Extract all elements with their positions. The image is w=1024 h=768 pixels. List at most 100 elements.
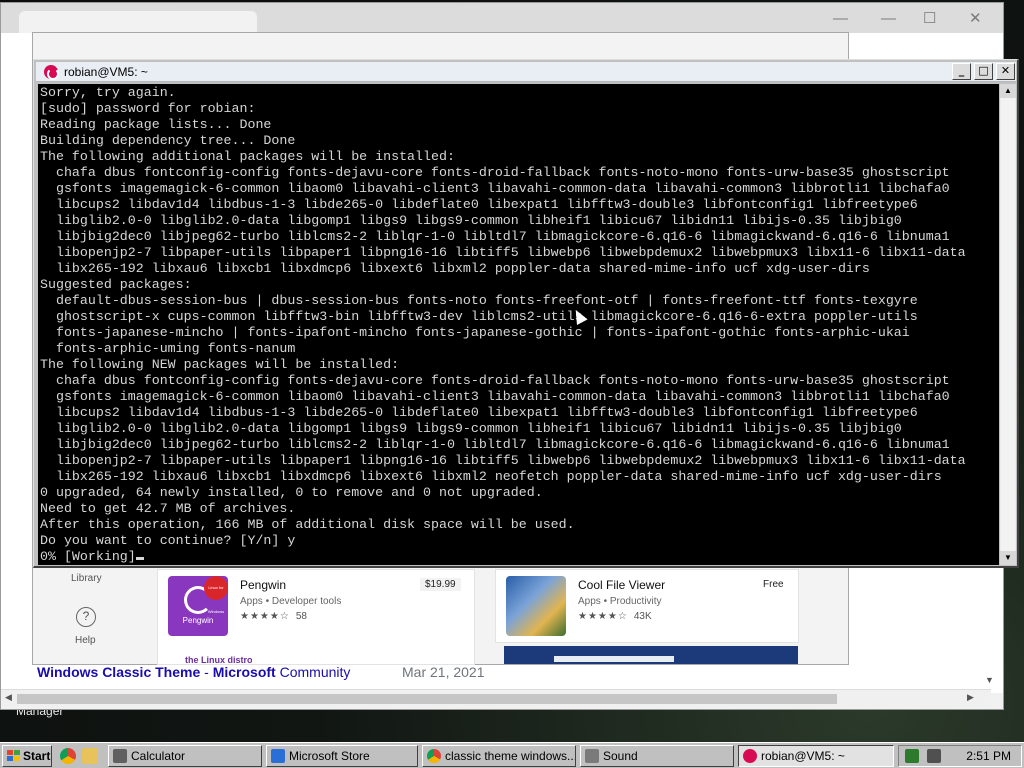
terminal-line: fonts-arphic-uming fonts-nanum bbox=[40, 341, 296, 356]
nav-help[interactable]: Help bbox=[75, 635, 96, 646]
rating-count: 58 bbox=[295, 611, 307, 622]
promo-banner-bar bbox=[554, 656, 674, 662]
scroll-track[interactable] bbox=[1001, 98, 1015, 551]
chrome-icon[interactable] bbox=[60, 748, 76, 764]
search-result-title-2: Microsoft bbox=[212, 664, 276, 680]
terminal-line: [sudo] password for robian: bbox=[40, 101, 256, 116]
terminal-line: After this operation, 166 MB of addition… bbox=[40, 517, 575, 532]
terminal-line: libx265-192 libxau6 libxcb1 libxdmcp6 li… bbox=[40, 469, 942, 484]
taskbar-task-button[interactable]: Sound bbox=[580, 745, 734, 767]
start-label: Start bbox=[23, 749, 51, 763]
app-card-cool-file-viewer[interactable]: Cool File Viewer Apps • Productivity ★★★… bbox=[495, 569, 799, 643]
taskbar-task-button[interactable]: Microsoft Store bbox=[266, 745, 418, 767]
browser-close-icon[interactable]: ✕ bbox=[969, 11, 982, 27]
terminal-line: Reading package lists... Done bbox=[40, 117, 272, 132]
security-shield-icon[interactable] bbox=[905, 749, 919, 763]
terminal-line: gsfonts imagemagick-6-common libaom0 lib… bbox=[40, 181, 950, 196]
terminal-line: Building dependency tree... Done bbox=[40, 133, 296, 148]
scroll-left-icon[interactable]: ◀ bbox=[5, 692, 12, 703]
pengwin-app-icon: Linux for Windows Pengwin bbox=[168, 576, 228, 636]
scroll-down-icon[interactable]: ▼ bbox=[985, 675, 994, 685]
browser-minimize-icon-2[interactable]: — bbox=[881, 11, 896, 27]
search-result-date: Mar 21, 2021 bbox=[402, 664, 485, 680]
scroll-down-button[interactable]: ▼ bbox=[1000, 551, 1016, 565]
start-button[interactable]: Start bbox=[2, 745, 52, 767]
terminal-text: Sorry, try again. [sudo] password for rob… bbox=[40, 85, 966, 565]
chrome-icon bbox=[427, 749, 441, 763]
terminal-line: gsfonts imagemagick-6-common libaom0 lib… bbox=[40, 389, 950, 404]
terminal-line: libx265-192 libxau6 libxcb1 libxdmcp6 li… bbox=[40, 261, 870, 276]
taskbar-task-label: robian@VM5: ~ bbox=[761, 749, 845, 763]
terminal-output[interactable]: Sorry, try again. [sudo] password for rob… bbox=[38, 84, 999, 565]
scroll-up-button[interactable]: ▲ bbox=[1000, 84, 1016, 98]
sound-icon bbox=[585, 749, 599, 763]
terminal-line: chafa dbus fontconfig-config fonts-dejav… bbox=[40, 373, 950, 388]
app-price: Free bbox=[758, 578, 789, 591]
clock[interactable]: 2:51 PM bbox=[966, 749, 1011, 763]
terminal-minimize-button[interactable]: _ bbox=[952, 63, 971, 80]
app-name: Pengwin bbox=[240, 578, 287, 592]
terminal-line: libglib2.0-0 libglib2.0-data libgomp1 li… bbox=[40, 213, 902, 228]
nav-library[interactable]: Library bbox=[71, 573, 102, 584]
browser-tab[interactable] bbox=[19, 11, 257, 33]
cool-file-viewer-app-icon bbox=[506, 576, 566, 636]
terminal-line: libjbig2dec0 libjpeg62-turbo liblcms2-2 … bbox=[40, 229, 950, 244]
terminal-line: 0% [Working] bbox=[40, 549, 966, 565]
star-rating-icon: ★★★★☆ bbox=[240, 611, 290, 622]
taskbar-task-label: Calculator bbox=[131, 749, 186, 763]
terminal-title: robian@VM5: ~ bbox=[64, 65, 148, 79]
terminal-line: libjbig2dec0 libjpeg62-turbo liblcms2-2 … bbox=[40, 437, 950, 452]
app-rating: ★★★★☆ 58 bbox=[240, 611, 307, 622]
search-result-title-rest: Community bbox=[275, 664, 351, 680]
taskbar-task-button[interactable]: classic theme windows... bbox=[422, 745, 576, 767]
terminal-line: The following additional packages will b… bbox=[40, 149, 455, 164]
debian-icon[interactable] bbox=[44, 65, 59, 80]
terminal-line: Need to get 42.7 MB of archives. bbox=[40, 501, 296, 516]
terminal-line: libcups2 libdav1d4 libdbus-1-3 libde265-… bbox=[40, 405, 918, 420]
rating-count: 43K bbox=[633, 611, 652, 622]
taskbar-task-label: classic theme windows... bbox=[445, 749, 576, 763]
network-icon[interactable] bbox=[927, 749, 941, 763]
app-category: Apps • Productivity bbox=[578, 596, 662, 607]
taskbar: Start Calculator Microsoft Store classic t… bbox=[0, 742, 1024, 768]
terminal-line: Suggested packages: bbox=[40, 277, 192, 292]
app-rating: ★★★★☆ 43K bbox=[578, 611, 652, 622]
store-icon bbox=[271, 749, 285, 763]
scroll-right-icon[interactable]: ▶ bbox=[967, 692, 974, 703]
terminal-window: robian@VM5: ~ _ □ ✕ Sorry, try again. [su… bbox=[33, 59, 1019, 568]
terminal-scrollbar[interactable]: ▲ ▼ bbox=[1000, 84, 1016, 565]
app-name: Cool File Viewer bbox=[578, 578, 666, 592]
app-category: Apps • Developer tools bbox=[240, 596, 342, 607]
calculator-icon bbox=[113, 749, 127, 763]
promo-banner[interactable] bbox=[504, 646, 798, 664]
terminal-line: libcups2 libdav1d4 libdbus-1-3 libde265-… bbox=[40, 197, 918, 212]
search-result-sep: - bbox=[200, 664, 213, 680]
terminal-close-button[interactable]: ✕ bbox=[996, 63, 1015, 80]
terminal-line: libopenjp2-7 libpaper-utils libpaper1 li… bbox=[40, 453, 966, 468]
scroll-thumb[interactable] bbox=[17, 694, 837, 704]
terminal-maximize-button[interactable]: □ bbox=[974, 63, 993, 80]
windows-logo-icon bbox=[7, 750, 20, 762]
system-tray: 2:51 PM bbox=[898, 745, 1022, 767]
taskbar-task-button[interactable]: Calculator bbox=[108, 745, 262, 767]
terminal-line: Sorry, try again. bbox=[40, 85, 176, 100]
pengwin-badge: Linux for Windows bbox=[204, 576, 228, 614]
debian-icon bbox=[743, 749, 757, 763]
app-price: $19.99 bbox=[420, 578, 461, 591]
browser-tab-bar: — — ☐ ✕ bbox=[1, 3, 1003, 33]
browser-minimize-icon[interactable]: — bbox=[833, 11, 848, 27]
terminal-line: chafa dbus fontconfig-config fonts-dejav… bbox=[40, 165, 950, 180]
taskbar-task-label: Microsoft Store bbox=[289, 749, 370, 763]
browser-horizontal-scrollbar[interactable]: ◀ ▶ bbox=[1, 689, 991, 707]
search-result-title-1: Windows Classic Theme bbox=[37, 664, 201, 680]
search-result-link[interactable]: Windows Classic Theme - Microsoft Commun… bbox=[37, 664, 350, 680]
folder-icon[interactable] bbox=[82, 748, 98, 764]
app-card-pengwin[interactable]: Linux for Windows Pengwin Pengwin Apps •… bbox=[157, 569, 475, 665]
terminal-title-bar[interactable]: robian@VM5: ~ _ □ ✕ bbox=[36, 62, 1016, 82]
help-icon[interactable]: ? bbox=[76, 607, 96, 627]
terminal-cursor bbox=[135, 557, 144, 560]
browser-maximize-icon[interactable]: ☐ bbox=[923, 11, 936, 27]
terminal-line: default-dbus-session-bus | dbus-session-… bbox=[40, 293, 918, 308]
terminal-line: 0 upgraded, 64 newly installed, 0 to rem… bbox=[40, 485, 543, 500]
taskbar-task-button[interactable]: robian@VM5: ~ bbox=[738, 745, 894, 767]
